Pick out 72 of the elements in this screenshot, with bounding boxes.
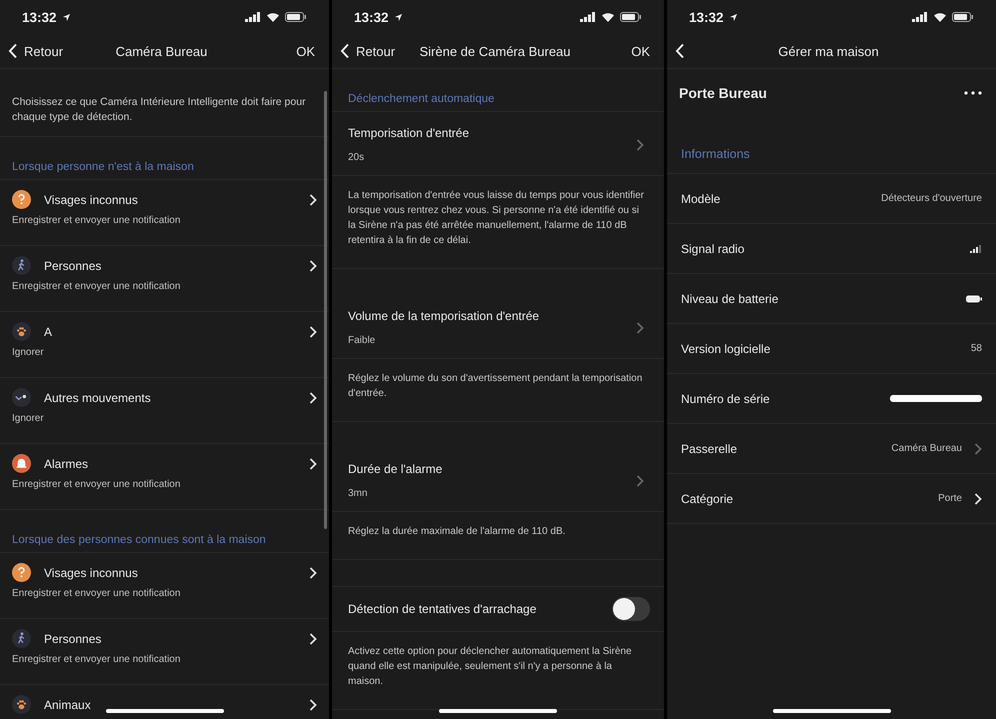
battery-icon [285,12,307,22]
info-label: Passerelle [681,442,738,456]
back-chevron-icon[interactable] [340,43,350,59]
ok-button[interactable]: OK [570,44,656,58]
info-link[interactable]: Caméra Bureau [891,442,982,454]
paw-icon [12,695,31,714]
info-value: Détecteurs d'ouverture [881,193,982,204]
info-label: Numéro de série [681,392,770,406]
device-name: Porte Bureau [679,85,767,101]
screen-title: Gérer ma maison [778,44,879,58]
question-mark-icon [12,563,31,582]
setting-description: Réglez le volume du son d'avertissement pendant la temporisation d'entrée. [332,359,664,422]
location-arrow-icon [728,12,738,22]
toggle-switch[interactable] [612,597,650,621]
chevron-right-icon [309,392,317,404]
battery-icon [966,294,982,302]
toggle-label: Détection de tentatives d'arrachage [348,602,536,616]
info-label: Niveau de batterie [681,292,778,306]
back-button[interactable]: Retour [340,43,420,59]
chevron-right-icon [309,194,317,206]
wifi-icon [933,12,947,22]
detection-row[interactable]: Personnes Enregistrer et envoyer une notification [0,619,329,686]
detection-row[interactable]: Visages inconnus Enregistrer et envoyer une notification [0,553,329,620]
screen-title: Sirène de Caméra Bureau [419,44,571,58]
more-options-icon[interactable] [964,91,982,95]
back-chevron-icon[interactable] [8,43,18,59]
ok-button[interactable]: OK [207,44,321,58]
location-arrow-icon [394,12,403,22]
chevron-right-icon [309,326,317,338]
back-button[interactable]: Retour [8,43,116,59]
setting-description: Réglez la durée maximale de l'alarme de 110 dB. [332,512,664,560]
status-time: 13:32 [354,10,389,24]
info-label: Modèle [681,192,720,206]
setting-description: La temporisation d'entrée vous laisse du temps pour vous identifier lorsque vous rentrez chez vous. Si personne n'a été identifié ou si la Sirène n'a pas été arrêtée manuellement, l'alarme de 110 dB retentira à la fin de ce délai. [332,176,664,269]
chevron-right-icon [636,138,644,150]
setting-row[interactable]: Temporisation d'entrée 20s [332,112,664,176]
info-label: Catégorie [681,492,734,506]
info-label: Signal radio [681,242,744,256]
wifi-icon [601,12,615,22]
section-header: Informations [667,101,996,174]
info-link[interactable]: Porte [938,492,982,504]
setting-row[interactable]: Volume de la temporisation d'entrée Faible [332,295,664,359]
cellular-signal-icon [912,12,928,22]
info-value: 58 [970,343,982,354]
battery-icon [620,12,642,22]
status-time: 13:32 [22,10,57,24]
walking-person-icon [12,256,31,276]
scrollbar[interactable] [324,91,327,529]
wifi-icon [266,12,280,22]
chevron-right-icon [636,474,644,486]
back-chevron-icon[interactable] [675,43,685,59]
chevron-right-icon [309,698,317,711]
setting-row[interactable]: Durée de l'alarme 3mn [332,448,664,512]
info-label: Version logicielle [681,342,770,356]
screen-title: Caméra Bureau [116,44,208,58]
motion-icon [12,388,31,408]
location-arrow-icon [62,12,71,22]
chevron-right-icon [309,566,317,579]
question-mark-icon [12,190,31,210]
chevron-right-icon [636,322,644,334]
walking-person-icon [12,629,31,648]
signal-strength-icon [970,244,982,252]
chevron-right-icon [309,458,317,470]
paw-icon [12,322,31,342]
status-time: 13:32 [689,10,724,24]
cellular-signal-icon [580,12,596,22]
chevron-right-icon [309,260,317,272]
section-header: Déclenchement automatique [332,69,664,112]
battery-icon [952,12,974,22]
cellular-signal-icon [245,12,261,22]
chevron-right-icon [309,632,317,645]
bell-icon [12,454,31,474]
